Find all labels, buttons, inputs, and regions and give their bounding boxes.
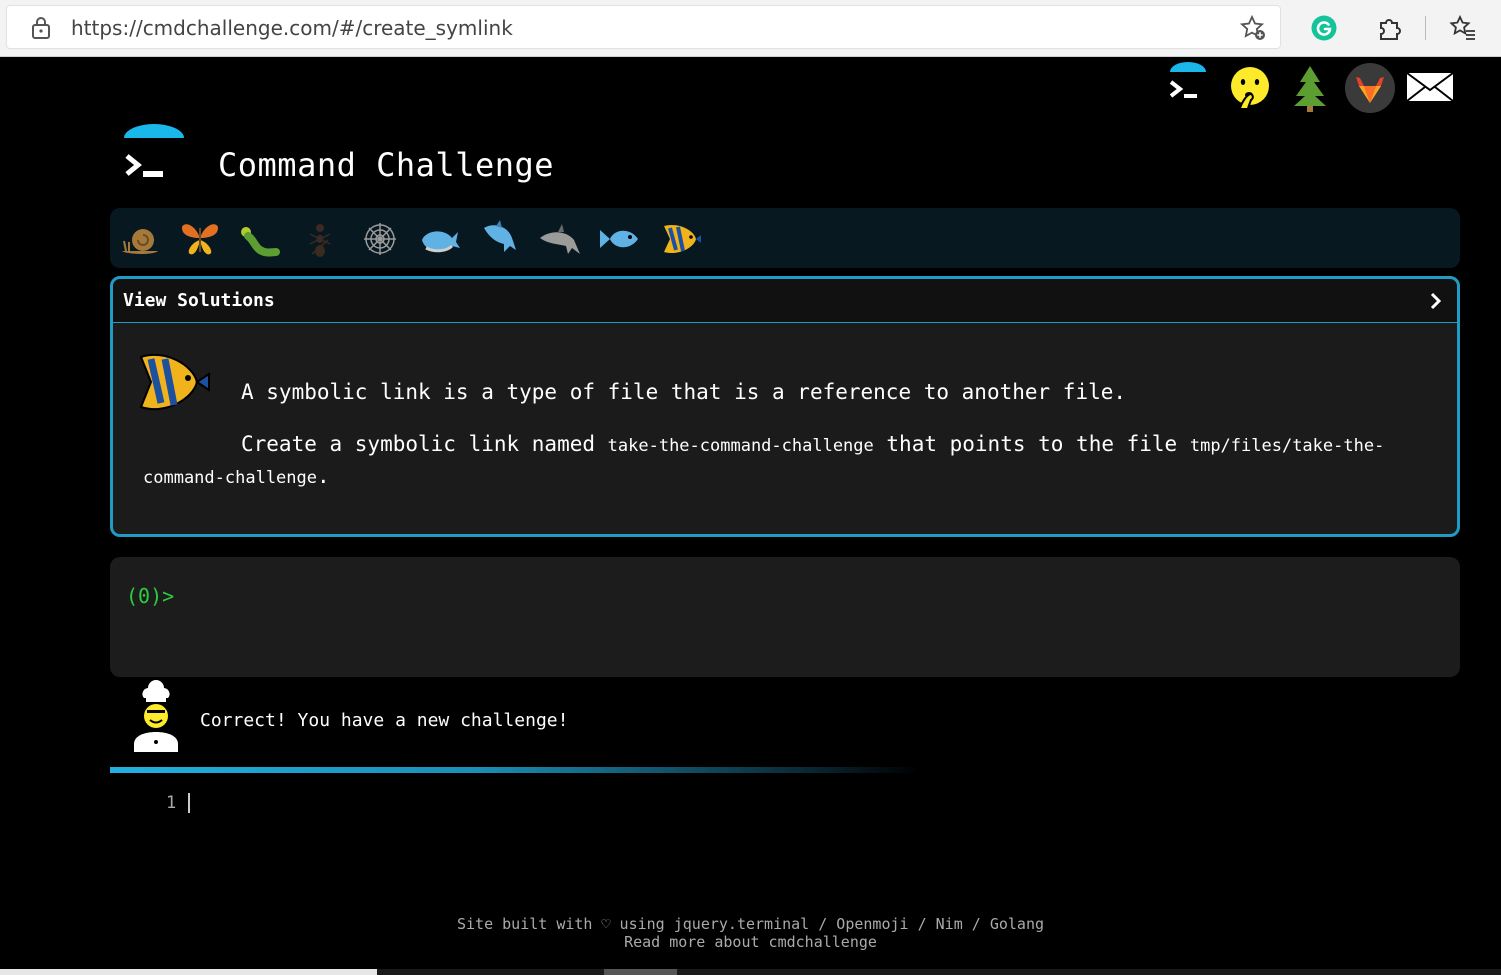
link-name-code: take-the-command-challenge (607, 436, 874, 456)
jquery-terminal-link[interactable]: jquery.terminal (674, 915, 809, 933)
footer-credits: Site built with ♡ using jquery.terminal … (0, 915, 1501, 933)
view-solutions-header[interactable]: View Solutions (113, 279, 1457, 323)
openmoji-link[interactable]: Openmoji (836, 915, 908, 933)
fish-icon[interactable] (598, 218, 642, 260)
footer-separator: / (809, 915, 837, 933)
grammarly-icon[interactable] (1311, 15, 1337, 41)
terminal[interactable]: (0)> (110, 557, 1460, 677)
challenge-intro: A symbolic link is a type of file that i… (241, 380, 1127, 404)
challenge-panel: View Solutions A symbolic link is a type… (110, 276, 1460, 537)
ant-icon[interactable] (298, 218, 342, 260)
lock-icon[interactable] (29, 16, 53, 40)
editor-cursor[interactable] (188, 793, 190, 813)
snail-icon[interactable] (118, 218, 162, 260)
spider-web-icon[interactable] (358, 218, 402, 260)
task-text-2: that points to the file (873, 432, 1190, 456)
prompt-icon[interactable] (1162, 62, 1214, 114)
whale-icon[interactable] (418, 218, 462, 260)
dolphin-icon[interactable] (538, 218, 582, 260)
footer-separator: / (962, 915, 990, 933)
address-bar[interactable]: https://cmdchallenge.com/#/create_symlin… (6, 5, 1281, 49)
footer-separator: / (908, 915, 936, 933)
footer: Site built with ♡ using jquery.terminal … (0, 915, 1501, 951)
read-more-link[interactable]: Read more about cmdchallenge (624, 933, 877, 951)
butterfly-icon[interactable] (178, 218, 222, 260)
envelope-icon[interactable] (1404, 62, 1456, 114)
golang-link[interactable]: Golang (990, 915, 1044, 933)
challenge-progress-bar (110, 767, 920, 773)
toolbar-divider (1425, 16, 1426, 40)
view-solutions-label[interactable]: View Solutions (123, 290, 275, 312)
browser-toolbar: https://cmdchallenge.com/#/create_symlin… (0, 0, 1501, 57)
footer-prefix: Site built with ♡ using (456, 915, 674, 933)
task-text-1: Create a symbolic link named (241, 432, 608, 456)
gitlab-icon[interactable] (1344, 62, 1396, 114)
shushing-face-icon[interactable] (1224, 62, 1276, 114)
tree-icon[interactable] (1284, 62, 1336, 114)
task-text-end: . (317, 464, 330, 488)
chef-icon (134, 680, 178, 752)
terminal-prompt: (0)> (126, 584, 175, 608)
level-progress-bar (110, 208, 1460, 268)
chevron-right-icon[interactable] (1429, 291, 1443, 311)
tropical-fish-icon[interactable] (658, 218, 702, 260)
nim-link[interactable]: Nim (936, 915, 963, 933)
add-favorite-icon[interactable] (1239, 14, 1267, 42)
site-logo-icon[interactable] (120, 124, 188, 192)
challenge-task: Create a symbolic link named take-the-co… (143, 429, 1433, 493)
extensions-icon[interactable] (1377, 14, 1403, 42)
favorites-icon[interactable] (1449, 14, 1477, 42)
editor-line-number: 1 (166, 793, 177, 813)
feedback-message: Correct! You have a new challenge! (200, 710, 569, 731)
dolphin-icon[interactable] (478, 218, 522, 260)
challenge-progress-fill (110, 767, 920, 773)
site-title[interactable]: Command Challenge (218, 145, 554, 185)
scrollbar-thumb[interactable] (604, 969, 677, 975)
tropical-fish-icon (139, 353, 210, 411)
caterpillar-icon[interactable] (238, 218, 282, 260)
scrollbar-thumb[interactable] (0, 969, 377, 975)
url-text[interactable]: https://cmdchallenge.com/#/create_symlin… (71, 16, 513, 40)
